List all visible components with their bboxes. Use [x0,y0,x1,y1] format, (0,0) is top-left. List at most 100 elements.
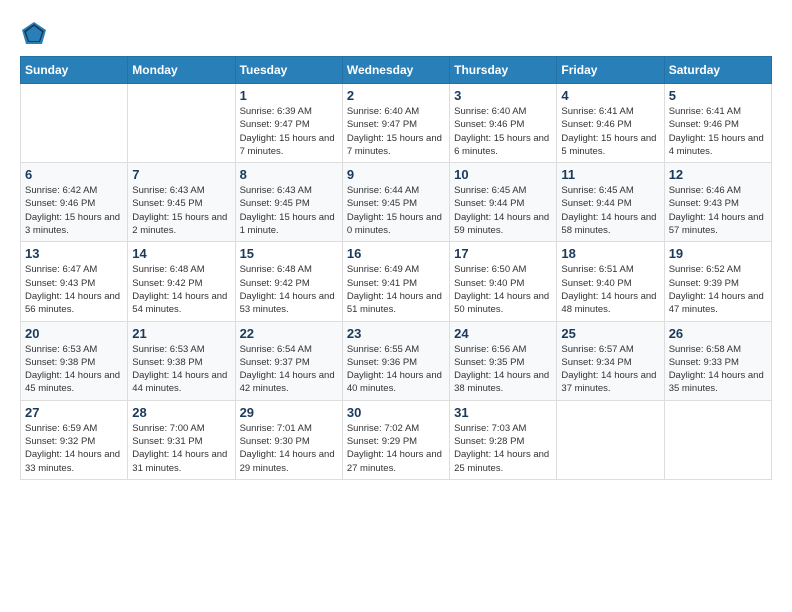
day-info: Sunrise: 6:53 AMSunset: 9:38 PMDaylight:… [25,343,123,396]
day-number: 8 [240,167,338,182]
calendar-cell [128,84,235,163]
page-header [20,20,772,48]
day-number: 12 [669,167,767,182]
day-info: Sunrise: 6:54 AMSunset: 9:37 PMDaylight:… [240,343,338,396]
calendar-week-1: 1 Sunrise: 6:39 AMSunset: 9:47 PMDaylight… [21,84,772,163]
calendar-week-5: 27 Sunrise: 6:59 AMSunset: 9:32 PMDayligh… [21,400,772,479]
day-number: 11 [561,167,659,182]
calendar-cell: 7Sunrise: 6:43 AMSunset: 9:45 PMDaylight… [128,163,235,242]
calendar-cell: 6Sunrise: 6:42 AMSunset: 9:46 PMDaylight… [21,163,128,242]
day-number: 21 [132,326,230,341]
weekday-header-tuesday: Tuesday [235,57,342,84]
day-number: 24 [454,326,552,341]
calendar-cell: 28 Sunrise: 7:00 AMSunset: 9:31 PMDayligh… [128,400,235,479]
day-number: 26 [669,326,767,341]
day-info: Sunrise: 6:40 AMSunset: 9:47 PMDaylight:… [347,105,445,158]
day-info: Sunrise: 6:51 AMSunset: 9:40 PMDaylight:… [561,263,659,316]
day-number: 1 [240,88,338,103]
weekday-header-friday: Friday [557,57,664,84]
day-info: Sunrise: 6:58 AMSunset: 9:33 PMDaylight:… [669,343,767,396]
calendar-cell: 1 Sunrise: 6:39 AMSunset: 9:47 PMDaylight… [235,84,342,163]
logo [20,20,52,48]
weekday-header-sunday: Sunday [21,57,128,84]
calendar-cell [664,400,771,479]
calendar-cell: 3 Sunrise: 6:40 AMSunset: 9:46 PMDaylight… [450,84,557,163]
day-info: Sunrise: 6:41 AMSunset: 9:46 PMDaylight:… [561,105,659,158]
calendar-cell: 2 Sunrise: 6:40 AMSunset: 9:47 PMDaylight… [342,84,449,163]
calendar-cell: 14 Sunrise: 6:48 AMSunset: 9:42 PMDayligh… [128,242,235,321]
day-number: 7 [132,167,230,182]
calendar-cell: 22 Sunrise: 6:54 AMSunset: 9:37 PMDayligh… [235,321,342,400]
day-number: 17 [454,246,552,261]
weekday-header-saturday: Saturday [664,57,771,84]
calendar-cell: 19Sunrise: 6:52 AMSunset: 9:39 PMDayligh… [664,242,771,321]
day-info: Sunrise: 6:59 AMSunset: 9:32 PMDaylight:… [25,422,123,475]
day-info: Sunrise: 6:45 AMSunset: 9:44 PMDaylight:… [454,184,552,237]
day-info: Sunrise: 6:53 AMSunset: 9:38 PMDaylight:… [132,343,230,396]
day-info: Sunrise: 6:41 AMSunset: 9:46 PMDaylight:… [669,105,767,158]
day-number: 18 [561,246,659,261]
day-number: 27 [25,405,123,420]
day-info: Sunrise: 6:57 AMSunset: 9:34 PMDaylight:… [561,343,659,396]
day-number: 15 [240,246,338,261]
calendar-cell: 11 Sunrise: 6:45 AMSunset: 9:44 PMDayligh… [557,163,664,242]
day-number: 22 [240,326,338,341]
day-number: 4 [561,88,659,103]
calendar-cell: 16Sunrise: 6:49 AMSunset: 9:41 PMDayligh… [342,242,449,321]
day-info: Sunrise: 7:02 AMSunset: 9:29 PMDaylight:… [347,422,445,475]
calendar-cell: 25 Sunrise: 6:57 AMSunset: 9:34 PMDayligh… [557,321,664,400]
day-info: Sunrise: 6:46 AMSunset: 9:43 PMDaylight:… [669,184,767,237]
weekday-header-monday: Monday [128,57,235,84]
day-number: 25 [561,326,659,341]
calendar-cell: 20 Sunrise: 6:53 AMSunset: 9:38 PMDayligh… [21,321,128,400]
day-number: 16 [347,246,445,261]
day-number: 9 [347,167,445,182]
day-number: 20 [25,326,123,341]
day-number: 14 [132,246,230,261]
day-number: 10 [454,167,552,182]
day-number: 29 [240,405,338,420]
calendar-cell: 21 Sunrise: 6:53 AMSunset: 9:38 PMDayligh… [128,321,235,400]
day-info: Sunrise: 6:44 AMSunset: 9:45 PMDaylight:… [347,184,445,237]
day-number: 5 [669,88,767,103]
day-info: Sunrise: 6:50 AMSunset: 9:40 PMDaylight:… [454,263,552,316]
calendar-cell: 12 Sunrise: 6:46 AMSunset: 9:43 PMDayligh… [664,163,771,242]
day-info: Sunrise: 6:48 AMSunset: 9:42 PMDaylight:… [240,263,338,316]
day-info: Sunrise: 7:00 AMSunset: 9:31 PMDaylight:… [132,422,230,475]
day-info: Sunrise: 6:56 AMSunset: 9:35 PMDaylight:… [454,343,552,396]
calendar-cell: 15 Sunrise: 6:48 AMSunset: 9:42 PMDayligh… [235,242,342,321]
calendar-cell: 17 Sunrise: 6:50 AMSunset: 9:40 PMDayligh… [450,242,557,321]
calendar-week-2: 6Sunrise: 6:42 AMSunset: 9:46 PMDaylight… [21,163,772,242]
logo-icon [20,20,48,48]
day-number: 28 [132,405,230,420]
day-number: 13 [25,246,123,261]
day-number: 30 [347,405,445,420]
calendar-cell: 24 Sunrise: 6:56 AMSunset: 9:35 PMDayligh… [450,321,557,400]
day-number: 3 [454,88,552,103]
day-info: Sunrise: 6:45 AMSunset: 9:44 PMDaylight:… [561,184,659,237]
day-info: Sunrise: 6:48 AMSunset: 9:42 PMDaylight:… [132,263,230,316]
calendar-cell: 13 Sunrise: 6:47 AMSunset: 9:43 PMDayligh… [21,242,128,321]
calendar-cell: 31 Sunrise: 7:03 AMSunset: 9:28 PMDayligh… [450,400,557,479]
calendar-week-3: 13 Sunrise: 6:47 AMSunset: 9:43 PMDayligh… [21,242,772,321]
weekday-header-wednesday: Wednesday [342,57,449,84]
day-info: Sunrise: 6:43 AMSunset: 9:45 PMDaylight:… [240,184,338,237]
calendar-cell [21,84,128,163]
day-info: Sunrise: 6:47 AMSunset: 9:43 PMDaylight:… [25,263,123,316]
day-info: Sunrise: 6:39 AMSunset: 9:47 PMDaylight:… [240,105,338,158]
day-info: Sunrise: 7:01 AMSunset: 9:30 PMDaylight:… [240,422,338,475]
calendar-cell: 8 Sunrise: 6:43 AMSunset: 9:45 PMDaylight… [235,163,342,242]
day-info: Sunrise: 6:55 AMSunset: 9:36 PMDaylight:… [347,343,445,396]
calendar-cell: 10 Sunrise: 6:45 AMSunset: 9:44 PMDayligh… [450,163,557,242]
calendar-cell: 29 Sunrise: 7:01 AMSunset: 9:30 PMDayligh… [235,400,342,479]
day-info: Sunrise: 7:03 AMSunset: 9:28 PMDaylight:… [454,422,552,475]
calendar-table: SundayMondayTuesdayWednesdayThursdayFrid… [20,56,772,480]
calendar-week-4: 20 Sunrise: 6:53 AMSunset: 9:38 PMDayligh… [21,321,772,400]
day-info: Sunrise: 6:40 AMSunset: 9:46 PMDaylight:… [454,105,552,158]
calendar-cell: 9 Sunrise: 6:44 AMSunset: 9:45 PMDaylight… [342,163,449,242]
day-number: 31 [454,405,552,420]
day-number: 2 [347,88,445,103]
calendar-cell: 4 Sunrise: 6:41 AMSunset: 9:46 PMDaylight… [557,84,664,163]
calendar-cell: 5 Sunrise: 6:41 AMSunset: 9:46 PMDaylight… [664,84,771,163]
calendar-cell: 18 Sunrise: 6:51 AMSunset: 9:40 PMDayligh… [557,242,664,321]
